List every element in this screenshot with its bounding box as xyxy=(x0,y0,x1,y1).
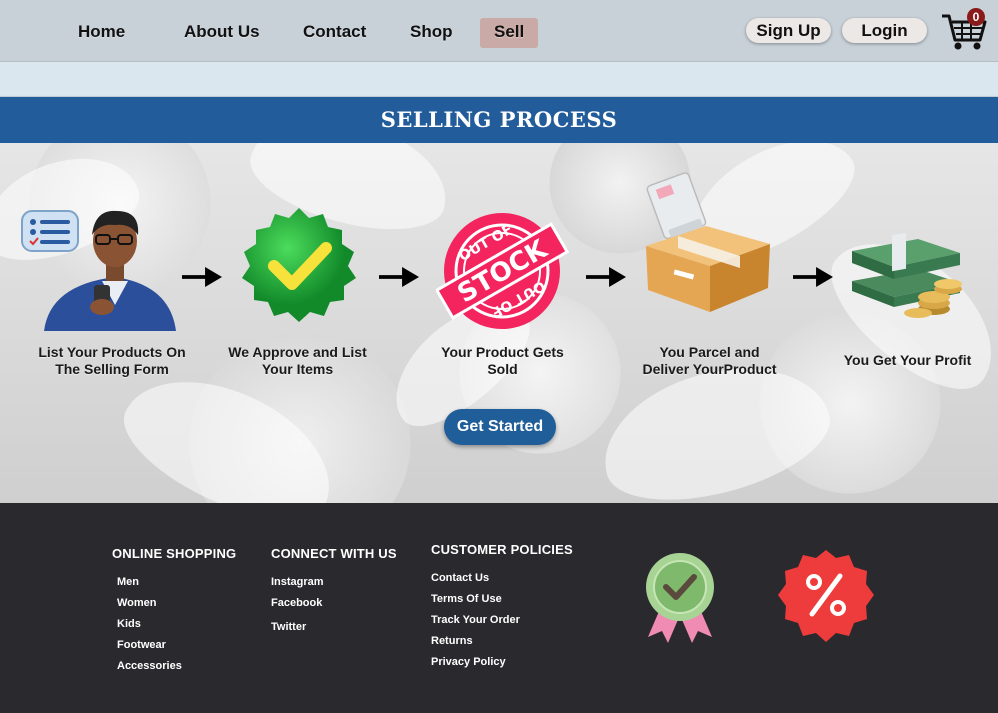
footer-link-twitter[interactable]: Twitter xyxy=(271,621,306,633)
arrow-right-icon xyxy=(379,267,419,287)
footer-link-terms-of-use[interactable]: Terms Of Use xyxy=(431,593,502,605)
connect-with-us-heading: CONNECT WITH US xyxy=(271,546,397,561)
arrow-right-icon xyxy=(182,267,222,287)
footer-link-instagram[interactable]: Instagram xyxy=(271,576,324,588)
cart-button[interactable]: 0 xyxy=(940,8,988,52)
nav-home[interactable]: Home xyxy=(64,18,139,48)
footer-link-kids[interactable]: Kids xyxy=(117,618,141,630)
step-1-label: List Your Products On The Selling Form xyxy=(38,344,186,377)
step-4-label: You Parcel and Deliver YourProduct xyxy=(642,344,777,377)
footer-link-contact-us[interactable]: Contact Us xyxy=(431,572,489,584)
parcel-box-icon xyxy=(646,172,770,312)
login-button[interactable]: Login xyxy=(842,18,927,43)
footer-link-returns[interactable]: Returns xyxy=(431,635,473,647)
nav-contact[interactable]: Contact xyxy=(289,18,380,48)
discount-badge-icon xyxy=(778,550,874,642)
step-5-label: You Get Your Profit xyxy=(843,352,972,368)
customer-policies-heading: CUSTOMER POLICIES xyxy=(431,542,573,557)
sub-header-strip xyxy=(0,62,998,97)
selling-process-section: List Your Products On The Selling Form W… xyxy=(0,143,998,503)
online-shopping-heading: ONLINE SHOPPING xyxy=(112,546,237,561)
arrow-right-icon xyxy=(793,267,833,287)
footer-link-accessories[interactable]: Accessories xyxy=(117,660,182,672)
out-of-stock-stamp-icon: STOCK OUT OF OUT OF xyxy=(436,213,570,329)
footer-link-facebook[interactable]: Facebook xyxy=(271,597,322,609)
get-started-button[interactable]: Get Started xyxy=(444,409,556,445)
cart-count-badge: 0 xyxy=(967,8,985,26)
approved-badge-icon xyxy=(242,208,356,322)
step-3-label: Your Product Gets Sold xyxy=(441,344,564,377)
top-nav: Home About Us Contact Shop Sell Sign Up … xyxy=(0,0,998,62)
seller-avatar-icon xyxy=(21,210,176,331)
arrow-right-icon xyxy=(586,267,626,287)
step-2-label: We Approve and List Your Items xyxy=(228,344,367,377)
nav-shop[interactable]: Shop xyxy=(396,18,467,48)
footer-link-footwear[interactable]: Footwear xyxy=(117,639,166,651)
nav-sell[interactable]: Sell xyxy=(480,18,539,48)
sign-up-button[interactable]: Sign Up xyxy=(746,18,831,43)
money-stack-icon xyxy=(852,232,962,318)
selling-process-banner: SELLING PROCESS xyxy=(0,97,998,143)
quality-badge-icon xyxy=(646,553,714,643)
footer-link-privacy-policy[interactable]: Privacy Policy xyxy=(431,656,506,668)
footer: ONLINE SHOPPING Men Women Kids Footwear … xyxy=(0,503,998,713)
footer-link-men[interactable]: Men xyxy=(117,576,139,588)
nav-about-us[interactable]: About Us xyxy=(170,18,274,48)
footer-link-track-your-order[interactable]: Track Your Order xyxy=(431,614,520,626)
footer-link-women[interactable]: Women xyxy=(117,597,157,609)
